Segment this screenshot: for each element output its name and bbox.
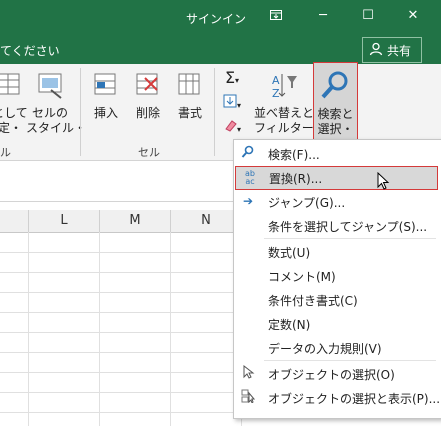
pointer-icon xyxy=(240,364,256,381)
cell-styles-line1: セルの xyxy=(31,106,68,120)
svg-text:A: A xyxy=(272,74,280,87)
menu-item-label: 数式(U) xyxy=(268,246,311,260)
menu-item-label: 条件を選択してジャンプ(S)... xyxy=(268,220,428,234)
delete-label: 削除 xyxy=(135,106,160,120)
menu-item-label: コメント(M) xyxy=(268,270,336,284)
column-header-m[interactable]: M xyxy=(100,210,171,233)
share-button[interactable]: 共有 xyxy=(362,37,422,63)
fill-down-icon xyxy=(223,94,237,108)
table-style-icon xyxy=(0,73,20,95)
tell-me-input[interactable]: てください xyxy=(0,42,60,59)
autosum-button[interactable]: Σ▾ xyxy=(220,70,244,88)
menu-item-formulas[interactable]: 数式(U) xyxy=(234,240,439,262)
sort-filter-icon: AZ xyxy=(272,74,297,100)
magnifier-icon xyxy=(318,69,352,106)
column-header-l[interactable]: L xyxy=(29,210,100,233)
menu-item-label: 検索(F)... xyxy=(268,148,320,162)
menu-item-selection-pane[interactable]: オブジェクトの選択と表示(P)... xyxy=(234,386,441,408)
share-label: 共有 xyxy=(387,44,412,58)
menu-item-label: オブジェクトの選択(O) xyxy=(268,368,395,382)
search-icon xyxy=(240,145,256,161)
chevron-down-icon: ▾ xyxy=(236,101,241,110)
selection-pane-icon xyxy=(240,389,256,405)
find-select-line1: 検索と xyxy=(317,107,354,121)
mouse-cursor-icon xyxy=(377,172,390,190)
column-header-empty[interactable] xyxy=(0,210,29,233)
sort-filter-line1: 並べ替えと xyxy=(254,106,315,120)
menu-divider xyxy=(264,238,436,239)
format-label: 書式 xyxy=(177,106,202,120)
format-as-table-button[interactable]: として 定・ xyxy=(0,68,28,136)
format-cells-icon xyxy=(178,73,200,95)
menu-item-data-validation[interactable]: データの入力規則(V) xyxy=(234,336,439,358)
cell-styles-icon xyxy=(38,73,62,99)
cells-group-label: セル xyxy=(138,146,160,159)
menu-item-label: 置換(R)... xyxy=(269,172,323,186)
format-as-table-line1: として xyxy=(0,106,28,120)
insert-label: 挿入 xyxy=(93,106,118,120)
styles-group-label: ル xyxy=(0,146,11,159)
format-as-table-line2: 定・ xyxy=(0,121,22,135)
sort-filter-button[interactable]: AZ 並べ替えと フィルター・ xyxy=(254,68,326,136)
group-separator xyxy=(214,68,215,156)
sort-filter-line2: フィルター・ xyxy=(254,121,326,135)
close-button[interactable]: ✕ xyxy=(405,8,421,24)
minimize-button[interactable]: ─ xyxy=(315,8,331,24)
find-select-menu: 検索(F)... ab ac 置換(R)... ➔ ジャンプ(G)... 条件を選… xyxy=(233,139,441,419)
menu-divider xyxy=(264,360,436,361)
menu-item-select-objects[interactable]: オブジェクトの選択(O) xyxy=(234,362,439,384)
cell-styles-line2: スタイル・ xyxy=(26,121,87,135)
cell-styles-button[interactable]: セルの スタイル・ xyxy=(26,68,87,136)
column-header-n[interactable]: N xyxy=(171,210,242,233)
find-select-line2: 選択・ xyxy=(317,122,354,136)
clear-button[interactable]: ▾ xyxy=(220,118,244,137)
menu-item-label: 定数(N) xyxy=(268,318,311,332)
tell-me-bar: てください 共有 xyxy=(0,34,441,64)
title-bar: サインイン ─ ☐ ✕ xyxy=(0,0,441,34)
person-icon xyxy=(369,42,383,59)
insert-cells-icon xyxy=(94,73,116,95)
replace-icon: ab ac xyxy=(245,169,255,186)
format-button[interactable]: 書式 xyxy=(172,68,208,121)
find-select-button[interactable]: 検索と 選択・ xyxy=(313,62,358,140)
maximize-button[interactable]: ☐ xyxy=(360,8,376,24)
menu-item-goto[interactable]: ➔ ジャンプ(G)... xyxy=(234,190,439,212)
menu-item-conditional-formatting[interactable]: 条件付き書式(C) xyxy=(234,288,439,310)
menu-item-label: ジャンプ(G)... xyxy=(268,196,346,210)
arrow-right-icon: ➔ xyxy=(242,194,254,208)
sigma-icon: Σ xyxy=(224,68,236,87)
sign-in-link[interactable]: サインイン xyxy=(186,10,246,27)
menu-item-constants[interactable]: 定数(N) xyxy=(234,312,439,334)
chevron-down-icon: ▾ xyxy=(235,76,240,85)
group-separator xyxy=(80,68,81,156)
menu-item-label: オブジェクトの選択と表示(P)... xyxy=(268,392,441,406)
menu-item-goto-special[interactable]: 条件を選択してジャンプ(S)... xyxy=(234,214,439,236)
fill-button[interactable]: ▾ xyxy=(220,94,244,113)
menu-item-label: 条件付き書式(C) xyxy=(268,294,358,308)
menu-item-comments[interactable]: コメント(M) xyxy=(234,264,439,286)
chevron-down-icon: ▾ xyxy=(236,125,241,134)
delete-button[interactable]: 削除 xyxy=(130,68,166,121)
menu-item-label: データの入力規則(V) xyxy=(268,342,382,356)
delete-cells-icon xyxy=(136,73,158,95)
menu-item-find[interactable]: 検索(F)... xyxy=(234,142,439,164)
insert-button[interactable]: 挿入 xyxy=(88,68,124,121)
eraser-icon xyxy=(225,120,237,132)
menu-item-replace[interactable]: ab ac 置換(R)... xyxy=(235,166,438,190)
find-select-text: 検索と 選択・ xyxy=(314,107,357,137)
ribbon-display-options-icon[interactable] xyxy=(268,8,284,24)
